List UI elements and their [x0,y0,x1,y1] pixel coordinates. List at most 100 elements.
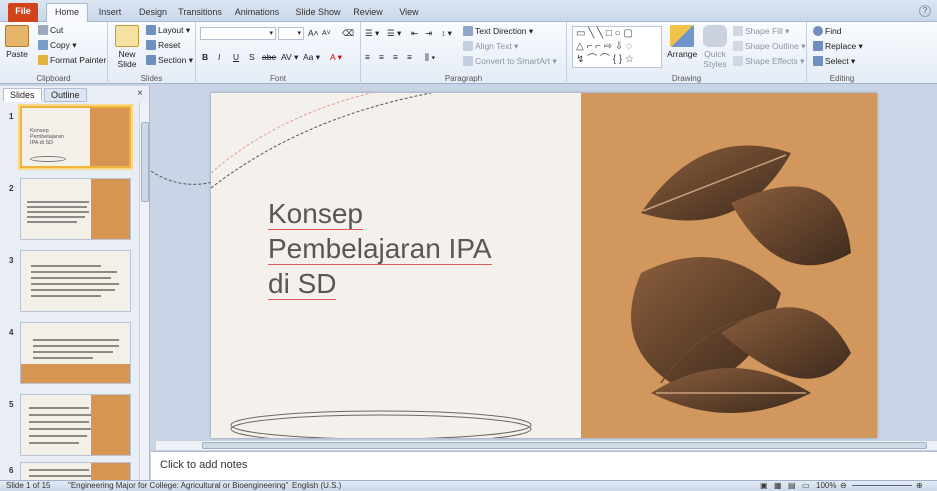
help-icon[interactable]: ? [919,5,931,17]
cut-button[interactable]: Cut [38,25,63,36]
decrease-indent-button[interactable]: ⇤ [411,28,418,39]
tab-slide-show[interactable]: Slide Show [291,4,345,22]
thumb-text-line [33,351,113,353]
slide-thumbnail-3[interactable] [20,250,131,312]
layout-button[interactable]: Layout ▾ [146,25,190,36]
shrink-font-button[interactable]: A˅ [322,28,331,39]
slide-thumbnail-2[interactable] [20,178,131,240]
zoom-slider[interactable] [852,485,912,486]
paste-button[interactable]: Paste [4,25,30,59]
thumb-text-line [31,289,115,291]
section-button[interactable]: Section ▾ [146,55,193,66]
quick-styles-button[interactable]: Quick Styles [701,25,729,69]
thumb-number: 1 [9,112,14,121]
convert-smartart-button[interactable]: Convert to SmartArt ▾ [463,56,557,67]
smartart-label: Convert to SmartArt [475,56,551,66]
current-slide[interactable]: Konsep Pembelajaran IPA di SD [211,93,877,438]
italic-button[interactable]: I [218,52,220,63]
numbering-button[interactable]: ☰ ▾ [387,28,401,39]
shapes-gallery[interactable]: ▭ ╲ ╲ □ ○ ▢ △ ⌐ ⌐ ⇨ ⇩ ◌ ↯ ⌒ ⌒ { } ☆ [572,26,662,68]
paste-icon [5,25,29,47]
pen-icon [733,41,743,51]
tab-home[interactable]: Home [46,3,88,22]
columns-button[interactable]: ⫼ ▾ [425,52,435,63]
tab-animations[interactable]: Animations [231,4,283,22]
align-center-button[interactable]: ≡ [379,52,384,63]
tab-design[interactable]: Design [131,4,175,22]
slide-sorter-icon[interactable]: ▦ [774,481,782,491]
tab-review[interactable]: Review [351,4,385,22]
find-button[interactable]: Find [813,26,842,37]
thumb-panel [21,363,130,383]
bold-button[interactable]: B [202,52,208,63]
scroll-thumb[interactable] [141,122,149,202]
slides-group: New Slide Layout ▾ Reset Section ▾ Slide… [108,22,196,84]
underline-button[interactable]: U [233,52,239,63]
slideshow-icon[interactable]: ▭ [802,481,810,491]
grow-font-button[interactable]: A˄ [308,28,319,39]
thumb-text-line [33,345,119,347]
thumb-text-line [29,469,89,471]
zoom-out-icon[interactable]: ⊖ [840,481,847,491]
text-direction-button[interactable]: Text Direction ▾ [463,26,533,37]
reset-icon [146,40,156,50]
slide-thumbnail-5[interactable] [20,394,131,456]
scroll-thumb[interactable] [202,442,927,449]
thumb-panel [90,463,130,480]
slide-title-box[interactable]: Konsep Pembelajaran IPA di SD [268,196,568,301]
format-painter-button[interactable]: Format Painter [38,55,106,66]
strikethrough-button[interactable]: abe [262,52,276,63]
tab-transitions[interactable]: Transitions [176,4,224,22]
shadow-button[interactable]: S [249,52,255,63]
normal-view-icon[interactable]: ▣ [760,481,768,491]
notes-pane[interactable]: Click to add notes [151,451,937,480]
change-case-button[interactable]: Aa ▾ [303,52,320,63]
zoom-level[interactable]: 100% [816,481,836,491]
copy-button[interactable]: Copy ▾ [38,40,76,51]
line-spacing-button[interactable]: ↕ ▾ [441,28,452,39]
clear-format-icon[interactable]: ⌫ [342,28,354,39]
slide-thumbnail-6[interactable] [20,462,131,480]
shape-fill-button[interactable]: Shape Fill ▾ [733,26,789,37]
thumbnail-scrollbar[interactable] [139,102,149,480]
tab-outline[interactable]: Outline [44,88,87,102]
thumb-number: 4 [9,328,14,337]
theme-name[interactable]: "Engineering Major for College: Agricult… [68,481,288,491]
replace-button[interactable]: Replace ▾ [813,41,863,52]
reset-label: Reset [158,40,181,50]
select-button[interactable]: Select ▾ [813,56,855,67]
arrange-button[interactable]: Arrange [667,25,697,59]
reading-view-icon[interactable]: ▤ [788,481,796,491]
horizontal-scrollbar[interactable] [156,440,937,450]
thumb-text-line [29,421,89,423]
case-label: Aa [303,52,314,62]
align-left-button[interactable]: ≡ [365,52,370,63]
bullets-button[interactable]: ☰ ▾ [365,28,379,39]
tab-slides[interactable]: Slides [3,88,42,102]
quick-styles-label: Quick [704,49,726,59]
font-size-combo[interactable]: ▾ [278,27,304,40]
align-right-button[interactable]: ≡ [393,52,398,63]
shape-outline-button[interactable]: Shape Outline ▾ [733,41,806,52]
tab-view[interactable]: View [392,4,426,22]
text-direction-icon [463,26,473,36]
thumb-number: 5 [9,400,14,409]
close-pane-icon[interactable]: × [137,88,143,99]
shape-outline-label: Shape Outline [745,41,799,51]
reset-button[interactable]: Reset [146,40,180,51]
shape-effects-button[interactable]: Shape Effects ▾ [733,56,804,67]
zoom-in-icon[interactable]: ⊕ [916,481,923,491]
font-name-combo[interactable]: ▾ [200,27,276,40]
justify-button[interactable]: ≡ [407,52,412,63]
tab-file[interactable]: File [8,3,38,22]
slide-thumbnail-4[interactable] [20,322,131,384]
slide-thumbnail-1[interactable]: Konsep Pembelajaran IPA di SD [20,106,131,168]
align-text-button[interactable]: Align Text ▾ [463,41,518,52]
tab-insert[interactable]: Insert [91,4,129,22]
language-indicator[interactable]: English (U.S.) [292,481,341,491]
font-color-button[interactable]: A ▾ [330,52,342,63]
paragraph-group: ☰ ▾ ☰ ▾ ⇤ ⇥ ↕ ▾ ≡ ≡ ≡ ≡ ⫼ ▾ Text Directi… [361,22,567,84]
increase-indent-button[interactable]: ⇥ [425,28,432,39]
new-slide-button[interactable]: New Slide [112,25,142,69]
character-spacing-button[interactable]: AV ▾ [281,52,298,63]
